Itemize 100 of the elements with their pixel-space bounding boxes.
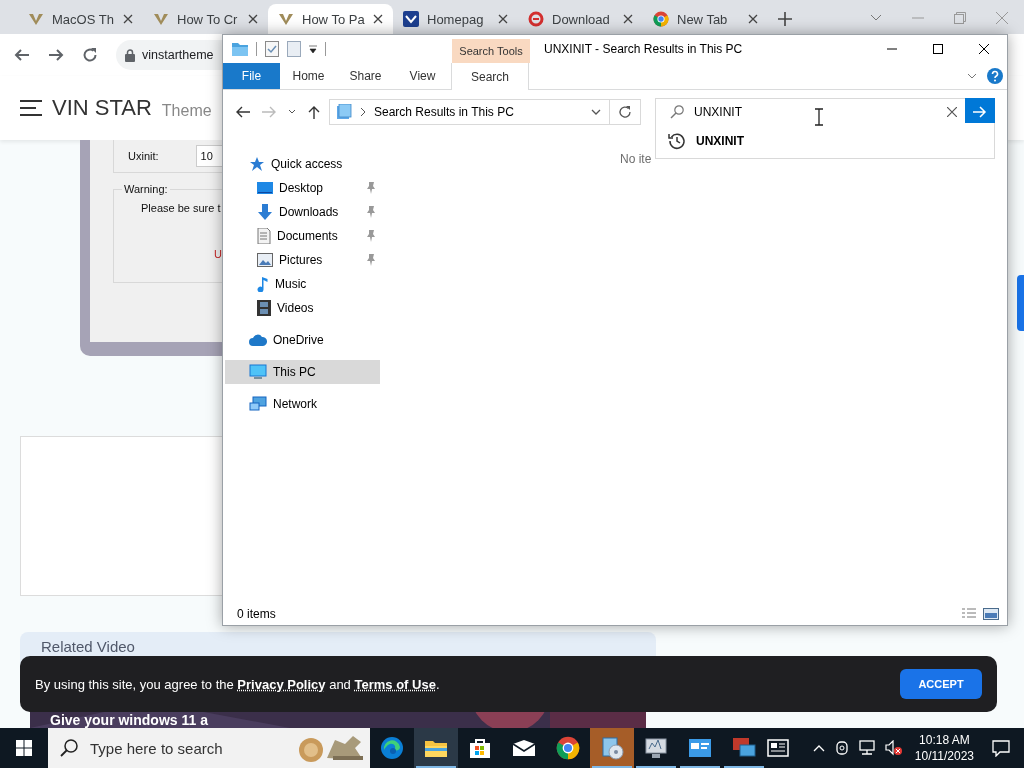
- close-icon[interactable]: [748, 14, 758, 24]
- site-logo-subtitle[interactable]: Theme: [161, 102, 212, 120]
- clock-date[interactable]: 10/11/2023: [914, 748, 974, 764]
- nav-item[interactable]: Network: [223, 392, 380, 416]
- chevron-down-icon[interactable]: [870, 14, 882, 22]
- ribbon-tab[interactable]: Share: [337, 63, 394, 89]
- back-icon[interactable]: [14, 47, 30, 63]
- pin-icon: [366, 254, 376, 266]
- close-icon[interactable]: [248, 14, 258, 24]
- news-icon[interactable]: [766, 739, 789, 757]
- warning-button-label: U: [214, 248, 222, 260]
- nav-item[interactable]: Downloads: [223, 200, 380, 224]
- shopping-bag-icon: [469, 737, 491, 759]
- new-tab-icon[interactable]: [778, 12, 792, 26]
- monitor-icon: [249, 364, 267, 380]
- nav-item[interactable]: Videos: [223, 296, 380, 320]
- ribbon-tab[interactable]: Search: [451, 63, 529, 90]
- taskbar-app[interactable]: [414, 728, 458, 768]
- network-icon[interactable]: [858, 740, 875, 756]
- back-icon[interactable]: [236, 106, 250, 118]
- star-icon: [249, 156, 265, 172]
- nav-item[interactable]: Pictures: [223, 248, 380, 272]
- nav-item[interactable]: Documents: [223, 224, 380, 248]
- ring-logo-icon: [528, 11, 544, 27]
- text-cursor-icon: [815, 108, 823, 126]
- section-title: Related Video: [41, 638, 135, 655]
- reload-icon[interactable]: [82, 47, 98, 63]
- large-icons-view-icon[interactable]: [983, 608, 999, 620]
- search-icon: [60, 739, 78, 757]
- site-logo-title[interactable]: VIN STAR: [52, 95, 152, 121]
- context-tab-header: Search Tools: [452, 39, 530, 63]
- speaker-muted-icon[interactable]: [884, 740, 903, 756]
- camera-icon[interactable]: [834, 740, 849, 756]
- browser-logo-icon: [653, 11, 669, 27]
- search-go-button[interactable]: [965, 98, 995, 126]
- browser-tab[interactable]: Homepag: [393, 4, 518, 34]
- nav-item[interactable]: This PC: [225, 360, 380, 384]
- chevron-down-icon[interactable]: [967, 73, 977, 79]
- ribbon-tab[interactable]: Home: [280, 63, 337, 89]
- file-tab[interactable]: File: [223, 63, 280, 89]
- group-label: Warning:: [122, 183, 170, 195]
- forward-icon[interactable]: [48, 47, 64, 63]
- v-logo-icon: [153, 11, 169, 27]
- film-strip-icon: [257, 300, 271, 316]
- close-icon[interactable]: [373, 14, 383, 24]
- dropdown-icon[interactable]: [309, 45, 317, 53]
- close-icon[interactable]: [123, 14, 133, 24]
- browser-tab[interactable]: Download: [518, 4, 643, 34]
- installer-icon: [600, 736, 624, 760]
- close-icon[interactable]: [498, 14, 508, 24]
- field-label: Uxinit:: [128, 150, 159, 162]
- search-icon: [670, 105, 684, 119]
- nav-item[interactable]: OneDrive: [223, 328, 380, 352]
- arrow-right-icon: [973, 106, 987, 118]
- chevron-up-icon[interactable]: [812, 744, 825, 752]
- nav-item[interactable]: Desktop: [223, 176, 380, 200]
- folder-icon[interactable]: [232, 42, 248, 56]
- help-icon[interactable]: [987, 68, 1003, 84]
- envelope-icon: [512, 739, 536, 757]
- chevron-right-icon[interactable]: [360, 108, 366, 116]
- browser-tab[interactable]: How To Pa: [268, 4, 393, 34]
- nav-item[interactable]: Quick access: [223, 152, 380, 176]
- refresh-icon[interactable]: [618, 105, 632, 119]
- ribbon-tab[interactable]: View: [394, 63, 451, 89]
- menu-icon[interactable]: [20, 100, 42, 116]
- square-logo-icon: [403, 11, 419, 27]
- clear-icon[interactable]: [947, 107, 957, 117]
- suggestion-item[interactable]: UNXINIT: [656, 131, 744, 150]
- browser-logo-icon[interactable]: [556, 736, 580, 760]
- windows-logo-icon: [16, 740, 32, 756]
- search-field[interactable]: UNXINIT: [694, 103, 937, 121]
- nav-item[interactable]: Music: [223, 272, 380, 296]
- v-logo-icon: [278, 11, 294, 27]
- chevron-down-icon[interactable]: [591, 109, 601, 115]
- browser-tab[interactable]: New Tab: [643, 4, 768, 34]
- accept-button[interactable]: ACCEPT: [900, 669, 982, 699]
- control-panel-icon: [688, 738, 712, 758]
- network-icon: [249, 396, 267, 412]
- properties-icon[interactable]: [265, 41, 279, 57]
- address-bar[interactable]: Search Results in This PC: [329, 99, 641, 125]
- pin-icon: [366, 206, 376, 218]
- empty-message: No ite: [620, 152, 652, 166]
- dropdown-icon[interactable]: [288, 109, 296, 115]
- pin-icon: [366, 182, 376, 194]
- browser-tab[interactable]: MacOS Th: [18, 4, 143, 34]
- up-icon[interactable]: [308, 105, 320, 119]
- number-field: 10: [195, 145, 222, 167]
- swirl-logo-icon: [380, 736, 404, 760]
- pin-icon: [366, 230, 376, 242]
- history-icon: [668, 131, 686, 150]
- notifications-icon[interactable]: [992, 739, 1010, 757]
- status-text: 0 items: [237, 607, 276, 621]
- picture-frame-icon: [257, 253, 273, 267]
- close-icon: [979, 44, 989, 54]
- monitor-icon: [644, 737, 668, 759]
- desktop-icon: [257, 181, 273, 195]
- browser-tab[interactable]: How To Cr: [143, 4, 268, 34]
- address-field[interactable]: vinstartheme: [116, 40, 222, 70]
- close-icon[interactable]: [623, 14, 633, 24]
- clock-time[interactable]: 10:18 AM: [919, 732, 970, 748]
